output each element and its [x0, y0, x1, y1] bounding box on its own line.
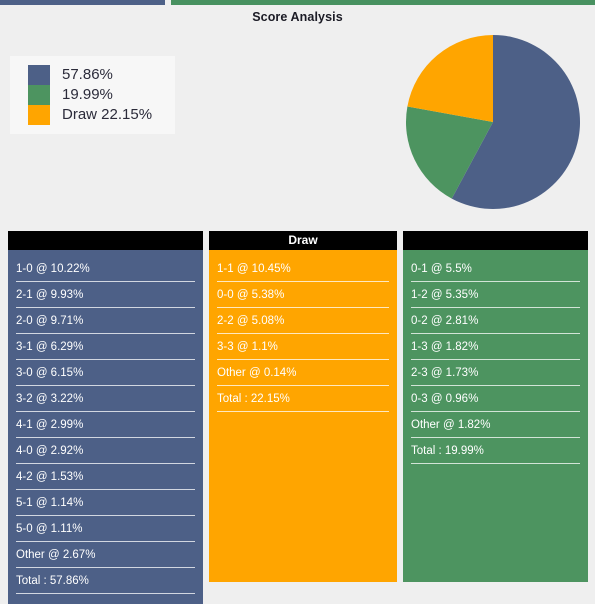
score-row: Total : 22.15% — [217, 386, 389, 412]
column-body-home: 1-0 @ 10.22% 2-1 @ 9.93% 2-0 @ 9.71% 3-1 @ … — [8, 250, 203, 604]
top-accent-bar-away — [171, 0, 595, 5]
score-row: 1-0 @ 10.22% — [16, 256, 195, 282]
score-row: 5-0 @ 1.11% — [16, 516, 195, 542]
column-header-home — [8, 231, 203, 250]
score-row: 2-2 @ 5.08% — [217, 308, 389, 334]
score-row: 1-2 @ 5.35% — [411, 282, 580, 308]
score-row: 4-1 @ 2.99% — [16, 412, 195, 438]
column-body-draw: 1-1 @ 10.45% 0-0 @ 5.38% 2-2 @ 5.08% 3-3 @ … — [209, 250, 397, 582]
legend-label-home: 57.86% — [62, 66, 113, 83]
pie-legend: 57.86% 19.99% Draw 22.15% — [10, 56, 175, 134]
score-row: 2-3 @ 1.73% — [411, 360, 580, 386]
away-swatch — [28, 85, 50, 105]
score-row: 2-0 @ 9.71% — [16, 308, 195, 334]
score-row: 1-1 @ 10.45% — [217, 256, 389, 282]
score-row: Other @ 2.67% — [16, 542, 195, 568]
score-row: 1-3 @ 1.82% — [411, 334, 580, 360]
legend-label-draw: Draw 22.15% — [62, 106, 153, 123]
score-row: Total : 19.99% — [411, 438, 580, 464]
score-row: 3-1 @ 6.29% — [16, 334, 195, 360]
top-accent-bar-home — [0, 0, 165, 5]
score-columns: 1-0 @ 10.22% 2-1 @ 9.93% 2-0 @ 9.71% 3-1 @ … — [8, 231, 588, 604]
score-row: 3-2 @ 3.22% — [16, 386, 195, 412]
score-row: 2-1 @ 9.93% — [16, 282, 195, 308]
score-row: 0-0 @ 5.38% — [217, 282, 389, 308]
top-accent-bars — [0, 0, 595, 5]
home-swatch — [28, 65, 50, 85]
column-body-away: 0-1 @ 5.5% 1-2 @ 5.35% 0-2 @ 2.81% 1-3 @ 1.… — [403, 250, 588, 582]
column-home: 1-0 @ 10.22% 2-1 @ 9.93% 2-0 @ 9.71% 3-1 @ … — [8, 231, 203, 604]
pie-chart-svg — [405, 35, 581, 209]
score-row: Other @ 0.14% — [217, 360, 389, 386]
score-row: Total : 57.86% — [16, 568, 195, 594]
score-row: 4-0 @ 2.92% — [16, 438, 195, 464]
score-row: 5-1 @ 1.14% — [16, 490, 195, 516]
legend-label-column: 57.86% 19.99% Draw 22.15% — [62, 65, 152, 125]
score-row: 0-1 @ 5.5% — [411, 256, 580, 282]
legend-swatch-column — [28, 65, 50, 125]
score-row: 4-2 @ 1.53% — [16, 464, 195, 490]
page-title: Score Analysis — [252, 10, 343, 24]
legend-label-away: 19.99% — [62, 86, 113, 103]
draw-swatch — [28, 105, 50, 125]
column-header-away — [403, 231, 588, 250]
score-row: 0-2 @ 2.81% — [411, 308, 580, 334]
column-away: 0-1 @ 5.5% 1-2 @ 5.35% 0-2 @ 2.81% 1-3 @ 1.… — [403, 231, 588, 604]
pie-chart — [405, 34, 581, 210]
score-row: 3-3 @ 1.1% — [217, 334, 389, 360]
score-row: 3-0 @ 6.15% — [16, 360, 195, 386]
score-row: 0-3 @ 0.96% — [411, 386, 580, 412]
score-row: Other @ 1.82% — [411, 412, 580, 438]
column-draw: Draw 1-1 @ 10.45% 0-0 @ 5.38% 2-2 @ 5.08% 3… — [209, 231, 397, 604]
column-header-draw: Draw — [209, 231, 397, 250]
